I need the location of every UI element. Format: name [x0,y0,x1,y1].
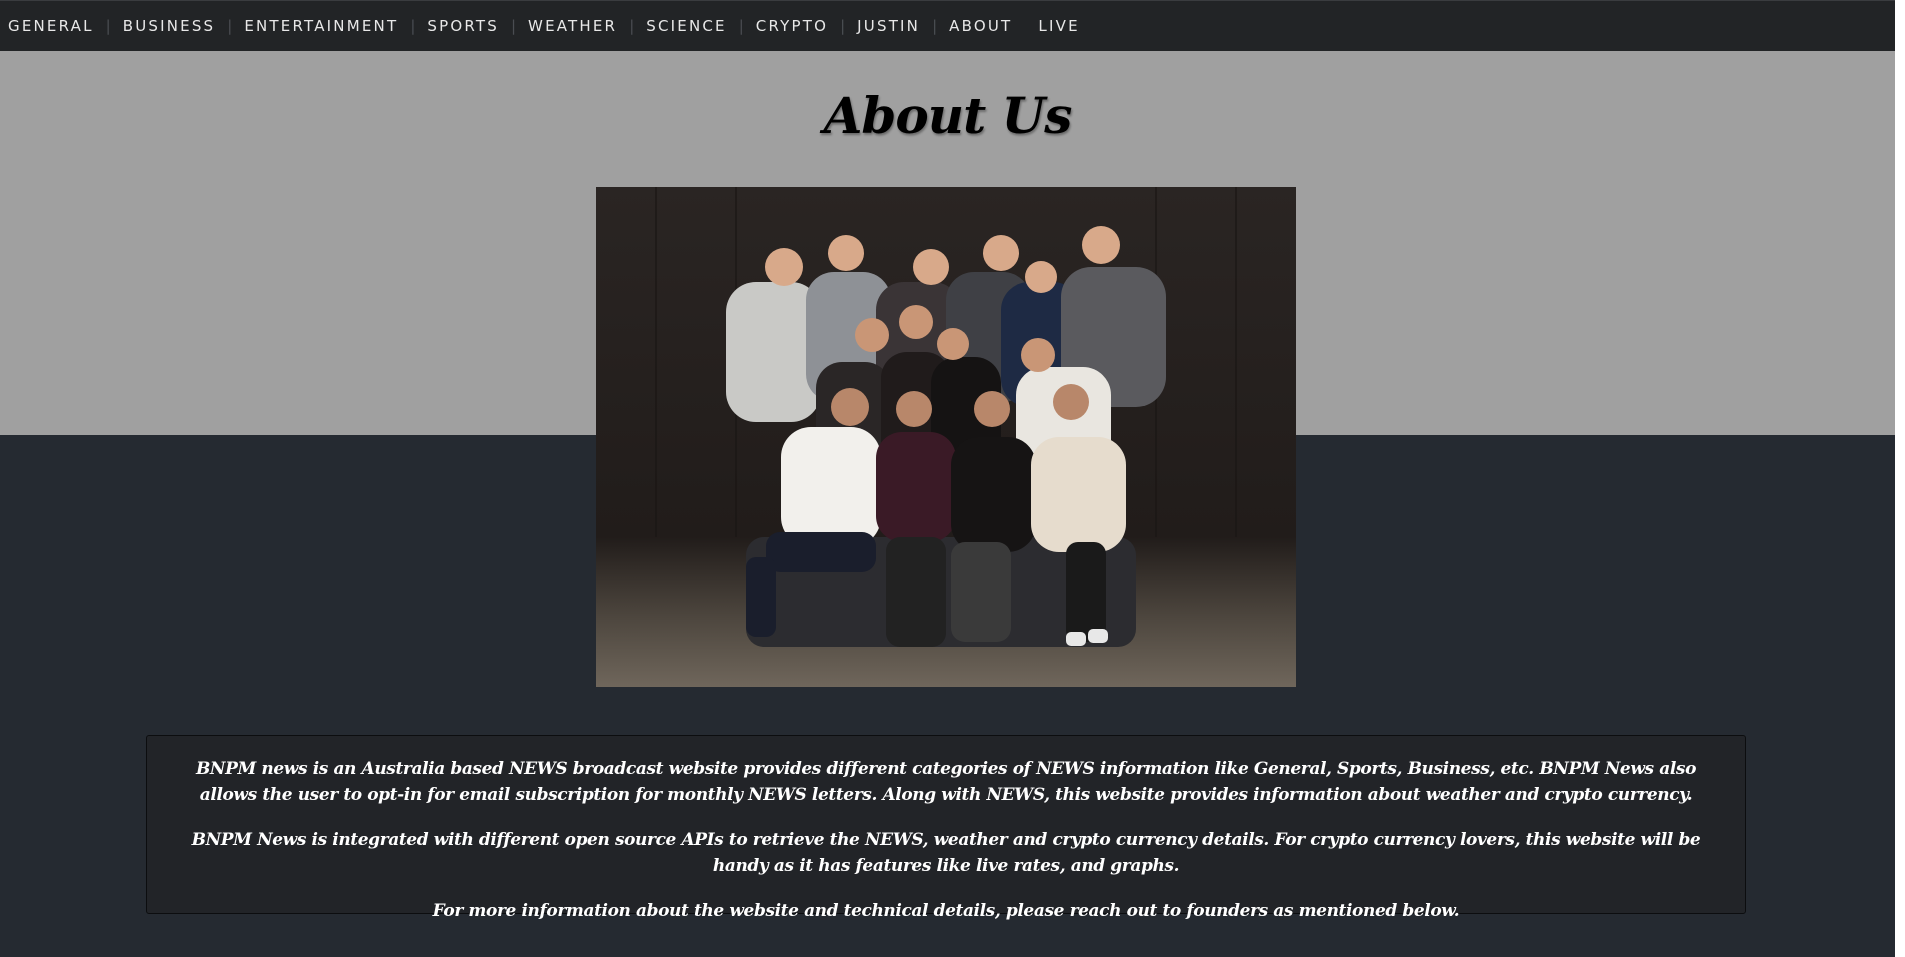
nav-separator: | [510,17,517,35]
about-description-box: BNPM news is an Australia based NEWS bro… [146,735,1746,921]
nav-about[interactable]: ABOUT [949,17,1012,35]
nav-justin[interactable]: JUSTIN [857,17,920,35]
nav-separator: | [738,17,744,35]
page-title: About Us [823,86,1073,145]
about-paragraph: BNPM news is an Australia based NEWS bro… [195,759,1697,805]
nav-separator: | [629,17,635,35]
nav-separator: | [840,17,846,35]
nav-separator: | [105,17,111,35]
nav-crypto[interactable]: CRYPTO [756,17,828,35]
nav-business[interactable]: BUSINESS [123,17,216,35]
nav-science[interactable]: SCIENCE [646,17,726,35]
nav-separator: | [932,17,938,35]
nav-general[interactable]: GENERAL [8,17,94,35]
about-paragraph: BNPM News is integrated with different o… [191,830,1701,876]
team-group-photo-icon [655,187,1237,647]
about-paragraph: For more information about the website a… [432,901,1460,921]
nav-separator: | [410,17,416,35]
page-scrollbar[interactable] [1895,0,1905,957]
top-navbar: GENERAL | BUSINESS | ENTERTAINMENT | SPO… [0,0,1895,51]
nav-entertainment[interactable]: ENTERTAINMENT [244,17,398,35]
nav-live[interactable]: LIVE [1038,17,1079,35]
nav-weather[interactable]: WEATHER [528,17,617,35]
team-photo [596,187,1296,687]
nav-separator: | [227,17,233,35]
nav-sports[interactable]: SPORTS [427,17,499,35]
